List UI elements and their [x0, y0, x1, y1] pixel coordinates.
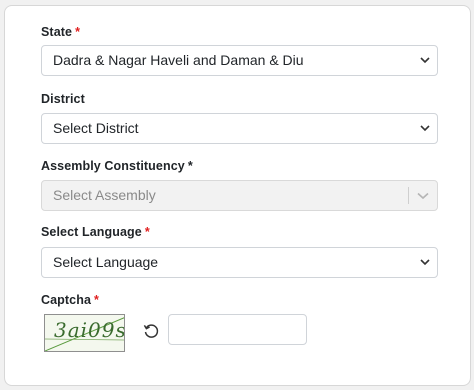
- language-select-value: Select Language: [53, 254, 159, 270]
- state-select-value: Dadra & Nagar Haveli and Daman & Diu: [53, 52, 304, 68]
- state-select[interactable]: Dadra & Nagar Haveli and Daman & Diu: [41, 45, 438, 76]
- captcha-input[interactable]: [168, 314, 307, 345]
- assembly-select-placeholder: Select Assembly: [53, 187, 156, 203]
- chevron-down-icon: [416, 181, 430, 210]
- required-mark: *: [187, 159, 193, 173]
- select-separator: [408, 187, 409, 204]
- assembly-label: Assembly Constituency *: [41, 159, 193, 173]
- captcha-label: Captcha *: [41, 293, 99, 307]
- chevron-down-icon: [419, 114, 431, 143]
- language-select[interactable]: Select Language: [41, 247, 438, 278]
- district-label: District: [41, 92, 85, 106]
- district-select-value: Select District: [53, 120, 139, 136]
- language-label: Select Language *: [41, 225, 150, 239]
- required-mark: *: [144, 225, 150, 239]
- chevron-down-icon: [419, 46, 431, 75]
- chevron-down-icon: [419, 248, 431, 277]
- district-select[interactable]: Select District: [41, 113, 438, 144]
- captcha-image-text: 3ai09s: [54, 318, 125, 342]
- state-label: State *: [41, 25, 81, 39]
- refresh-icon[interactable]: [142, 322, 160, 340]
- required-mark: *: [94, 293, 99, 307]
- required-mark: *: [75, 25, 81, 39]
- assembly-select[interactable]: Select Assembly: [41, 180, 438, 211]
- captcha-image: 3ai09s: [44, 314, 125, 352]
